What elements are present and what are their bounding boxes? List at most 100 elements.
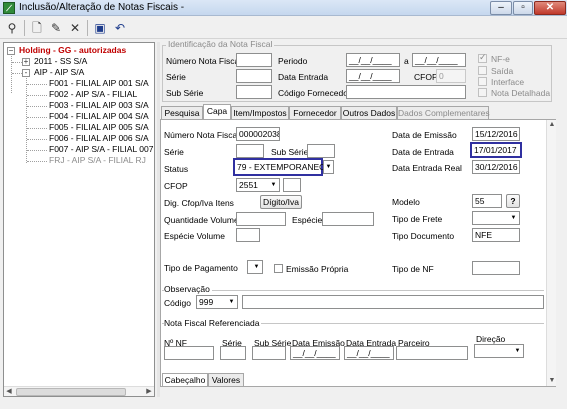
scroll-thumb[interactable] (16, 388, 126, 396)
periodo-label: Periodo (278, 56, 308, 66)
data-emissao-label: Data de Emissão (392, 130, 457, 140)
especie-input[interactable] (322, 212, 374, 226)
emissao-propria-checkbox[interactable] (274, 264, 283, 273)
tree-item[interactable]: F002 - AIP S/A - FILIAL (49, 89, 137, 99)
data-entrada-input[interactable]: __/__/____ (346, 69, 400, 83)
cod-fornecedor-label: Código Fornecedor (278, 88, 351, 98)
tree-item[interactable]: F006 - FILIAL AIP 006 S/A (49, 133, 149, 143)
expander-icon[interactable]: − (7, 47, 15, 55)
dig-label: Dig. Cfop/Iva Itens (164, 198, 234, 208)
new-doc-icon[interactable]: 🗋 (29, 20, 45, 36)
tipo-frete-select[interactable]: ▼ (472, 211, 520, 225)
tree-item[interactable]: F001 - FILIAL AIP 001 S/A (49, 78, 149, 88)
tree-item[interactable]: F004 - FILIAL AIP 004 S/A (49, 111, 149, 121)
panel-vertical-scrollbar[interactable]: ▲ ▼ (546, 120, 556, 386)
close-button[interactable]: ✕ (534, 1, 566, 15)
expander-icon[interactable]: + (22, 58, 30, 66)
nota-detalhada-label: Nota Detalhada (491, 88, 551, 98)
capa-serie-input[interactable] (236, 144, 264, 158)
data-emissao-input[interactable]: 15/12/2016 (472, 127, 520, 141)
numero-input[interactable] (236, 53, 272, 67)
scroll-up-icon[interactable]: ▲ (547, 120, 557, 130)
modelo-input[interactable]: 55 (472, 194, 502, 208)
tipo-nf-input[interactable] (472, 261, 520, 275)
tree-item[interactable]: F007 - AIP S/A - FILIAL 007 (49, 144, 153, 154)
tab-item-impostos[interactable]: Item/Impostos (231, 106, 289, 120)
interface-label: Interface (491, 77, 525, 87)
ref-data-emissao-input[interactable]: __/__/____ (290, 346, 340, 360)
cfop-input[interactable]: 0 (436, 69, 466, 83)
capa-numero-input[interactable]: 000002038 (236, 127, 280, 141)
ref-subserie-input[interactable] (252, 346, 286, 360)
tipo-pagamento-select[interactable]: ▼ (247, 260, 263, 274)
delete-icon[interactable]: ✕ (67, 20, 83, 36)
ref-direcao-select[interactable]: ▼ (474, 344, 524, 358)
tree-root[interactable]: Holding - GG - autorizadas (19, 45, 126, 55)
periodo-from-input[interactable]: __/__/____ (346, 53, 400, 67)
data-entrada-real-input[interactable]: 30/12/2016 (472, 160, 520, 174)
data-entrada-capa-label: Data de Entrada (392, 147, 454, 157)
subserie-input[interactable] (236, 85, 272, 99)
scroll-right-icon[interactable]: ▶ (144, 387, 154, 397)
undo-icon[interactable]: ↶ (112, 20, 128, 36)
cod-fornecedor-input[interactable] (346, 85, 466, 99)
company-tree[interactable]: − Holding - GG - autorizadas + 2011 - SS… (3, 42, 155, 397)
referenciada-label: Nota Fiscal Referenciada (164, 318, 262, 328)
tipo-documento-input[interactable]: NFE (472, 228, 520, 242)
saida-checkbox[interactable] (478, 66, 487, 75)
modelo-help-button[interactable]: ? (506, 194, 520, 208)
ref-parceiro-input[interactable] (396, 346, 468, 360)
interface-checkbox[interactable] (478, 77, 487, 86)
nota-detalhada-checkbox[interactable] (478, 88, 487, 97)
data-entrada-capa-input[interactable]: 17/01/2017 (470, 142, 522, 158)
qtd-volume-input[interactable] (236, 212, 286, 226)
capa-subserie-input[interactable] (307, 144, 335, 158)
scroll-left-icon[interactable]: ◀ (4, 387, 14, 397)
saida-label: Saída (491, 66, 514, 76)
codigo-value: 999 (199, 297, 214, 307)
tab-cabecalho[interactable]: Cabeçalho (162, 373, 208, 387)
chevron-down-icon: ▼ (253, 264, 260, 270)
digito-iva-button[interactable]: Dígito/Iva (260, 195, 302, 209)
tipo-nf-label: Tipo de NF (392, 264, 434, 274)
tree-item[interactable]: F005 - FILIAL AIP 005 S/A (49, 122, 149, 132)
tree-item[interactable]: 2011 - SS S/A (34, 56, 87, 66)
nfe-label: NF-e (491, 54, 510, 64)
tab-dados-complementares[interactable]: Dados Complementares (397, 106, 490, 120)
ref-serie-input[interactable] (220, 346, 246, 360)
codigo-select[interactable]: 999 ▼ (196, 295, 238, 309)
tree-item-selected[interactable]: FRJ - AIP S/A - FILIAL RJ (49, 155, 146, 165)
scroll-down-icon[interactable]: ▼ (547, 376, 557, 386)
tab-outros-dados[interactable]: Outros Dados (341, 106, 397, 120)
tab-capa[interactable]: Capa (203, 104, 231, 120)
periodo-to-input[interactable]: __/__/____ (412, 53, 466, 67)
nfe-checkbox[interactable] (478, 52, 487, 63)
tree-item[interactable]: AIP - AIP S/A (34, 67, 84, 77)
tree-item[interactable]: F003 - FILIAL AIP 003 S/A (49, 100, 149, 110)
serie-label: Série (166, 72, 186, 82)
save-icon[interactable]: ▣ (92, 20, 108, 36)
capa-cfop-select[interactable]: 2551 ▼ (236, 178, 280, 192)
tab-fornecedor[interactable]: Fornecedor (289, 106, 341, 120)
cfop-extra-input[interactable] (283, 178, 301, 192)
toolbar-separator (24, 20, 25, 36)
expander-icon[interactable]: - (22, 69, 30, 77)
binoculars-icon[interactable]: ⚲ (4, 20, 20, 36)
status-dropdown-button[interactable]: ▼ (323, 160, 334, 174)
ref-nf-input[interactable] (164, 346, 214, 360)
ref-data-entrada-input[interactable]: __/__/____ (344, 346, 394, 360)
especie-volume-input[interactable] (236, 228, 260, 242)
tree-horizontal-scrollbar[interactable]: ◀ ▶ (4, 386, 154, 396)
edit-doc-icon[interactable]: ✎ (48, 20, 64, 36)
tab-valores[interactable]: Valores (208, 373, 244, 387)
maximize-button[interactable]: ▫ (513, 1, 533, 15)
minimize-button[interactable]: – (490, 1, 512, 15)
tipo-frete-label: Tipo de Frete (392, 214, 443, 224)
toolbar: ⚲ 🗋 ✎ ✕ ▣ ↶ (0, 17, 567, 39)
observacao-input[interactable] (242, 295, 544, 309)
tab-pesquisa[interactable]: Pesquisa (161, 106, 203, 120)
serie-input[interactable] (236, 69, 272, 83)
status-select[interactable]: 79 - EXTEMPORANEO (233, 158, 326, 176)
ref-col-direcao-label: Direção (476, 334, 506, 344)
data-entrada-label: Data Entrada (278, 72, 329, 82)
